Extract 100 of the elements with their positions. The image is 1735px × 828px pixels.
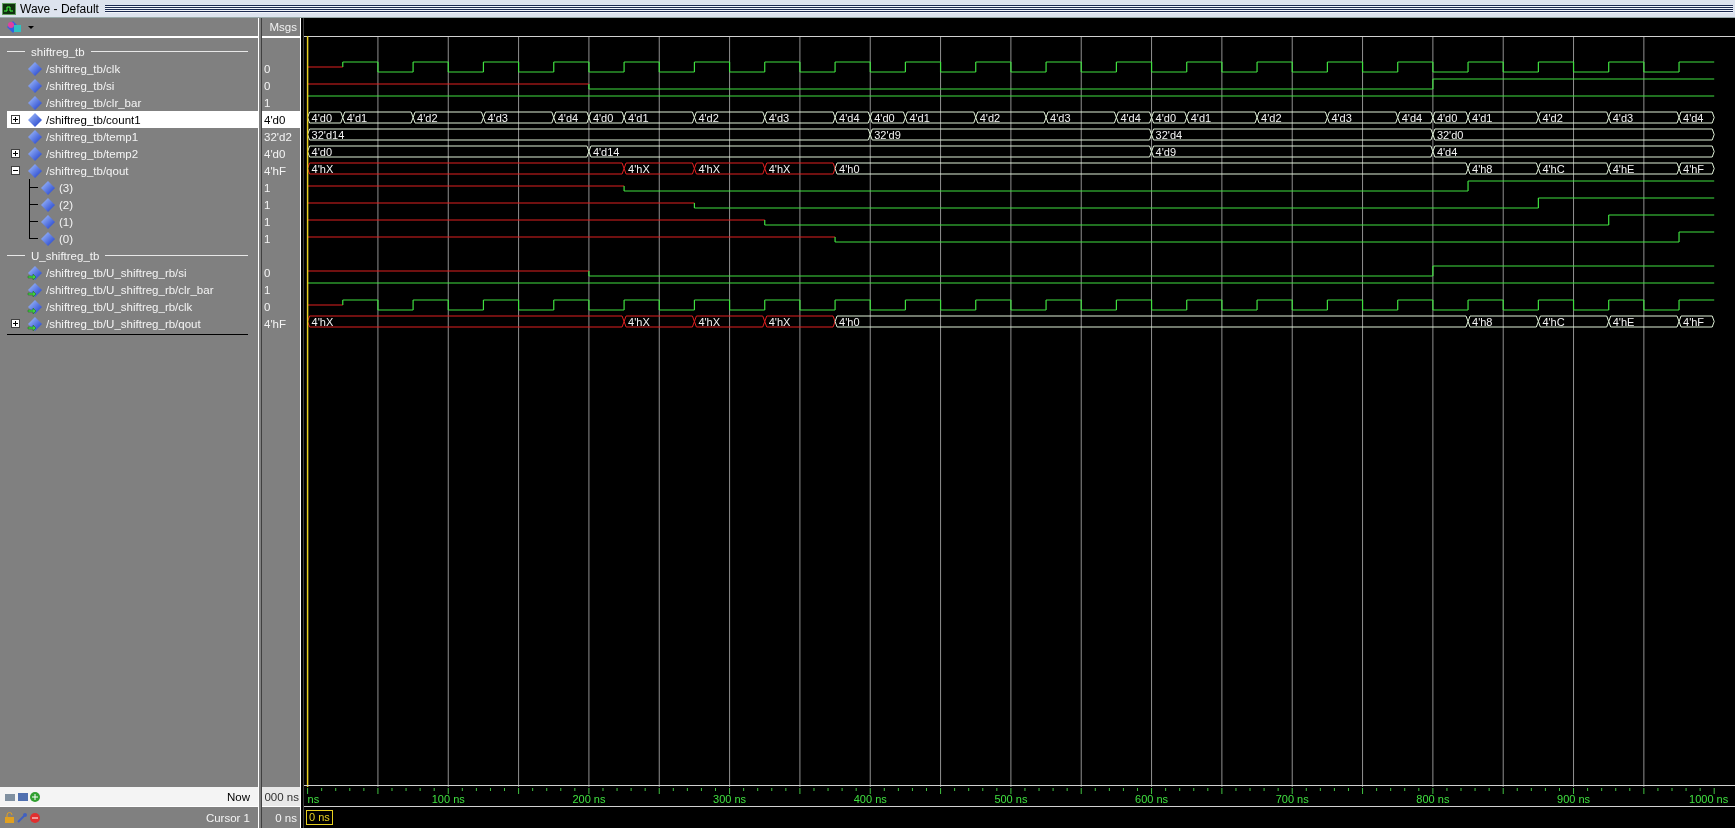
signal-name: /shiftreg_tb/qout <box>46 164 129 177</box>
bus-value: 4'hE <box>1612 315 1635 328</box>
bus-value: 4'd4 <box>1401 111 1423 124</box>
bus-value: 4'd0 <box>592 111 614 124</box>
signal-row[interactable]: /shiftreg_tb/U_shiftreg_rb/qout <box>7 315 258 332</box>
expand-toggle[interactable] <box>11 115 20 124</box>
bus-value: 4'h0 <box>839 315 860 328</box>
bus-value: 4'd2 <box>1542 111 1563 124</box>
bus-value: 4'd4 <box>1120 111 1141 124</box>
toolbar-icon[interactable] <box>6 20 36 34</box>
time-label: 300 ns <box>713 793 747 805</box>
bus-value: 4'h8 <box>1472 162 1493 175</box>
bus-value: 4'd4 <box>1436 145 1458 158</box>
bus-value: 4'd1 <box>346 111 368 124</box>
column-header: Msgs <box>269 21 297 33</box>
signal-row[interactable]: /shiftreg_tb/U_shiftreg_rb/clk <box>7 298 258 315</box>
bus-value: 4'hX <box>628 162 650 175</box>
signal-row[interactable]: /shiftreg_tb/clk <box>7 60 258 77</box>
signal-value: 0 <box>264 62 271 75</box>
bus-value: 4'd0 <box>1436 111 1458 124</box>
bus-value: 4'hX <box>698 315 721 328</box>
bus-value: 4'd4 <box>557 111 579 124</box>
time-label: 600 ns <box>1135 793 1169 805</box>
signal-name: (2) <box>59 198 74 211</box>
signal-row[interactable]: (3) <box>7 179 258 196</box>
time-label: 800 ns <box>1416 793 1450 805</box>
time-label: 400 ns <box>853 793 887 805</box>
bus-value: 4'hX <box>628 315 650 328</box>
bus-value: 32'd0 <box>1436 128 1464 141</box>
signal-value: 1 <box>264 215 271 228</box>
time-label: 100 ns <box>431 793 465 805</box>
signal-name: /shiftreg_tb/clr_bar <box>46 96 142 109</box>
cursor-value: 0 ns <box>275 811 297 824</box>
bus-value: 4'd1 <box>909 111 930 124</box>
expand-toggle[interactable] <box>11 319 20 328</box>
bus-value: 4'd0 <box>311 145 333 158</box>
bus-value: 4'd3 <box>487 111 508 124</box>
bus-value: 4'd3 <box>1331 111 1352 124</box>
window-icon <box>2 2 16 15</box>
bus-value: 4'hX <box>698 162 721 175</box>
signal-name: (3) <box>59 181 74 194</box>
bus-value: 4'hF <box>1683 315 1705 328</box>
signal-row[interactable]: (1) <box>7 213 258 230</box>
signal-row[interactable]: /shiftreg_tb/qout <box>7 162 258 179</box>
signal-value: 0 <box>264 79 271 92</box>
cursor-line[interactable] <box>306 36 309 787</box>
signal-name: /shiftreg_tb/clk <box>46 62 121 75</box>
time-label: ns <box>307 793 320 805</box>
signal-row[interactable]: /shiftreg_tb/U_shiftreg_rb/si <box>7 264 258 281</box>
time-label: 700 ns <box>1275 793 1309 805</box>
bus-value: 4'd0 <box>311 111 333 124</box>
signal-name: /shiftreg_tb/U_shiftreg_rb/clr_bar <box>46 283 214 296</box>
signal-value: 4'hF <box>264 164 286 177</box>
expand-toggle[interactable] <box>11 166 20 175</box>
bus-value: 4'd14 <box>592 145 620 158</box>
signal-row[interactable]: /shiftreg_tb/clr_bar <box>7 94 258 111</box>
bus-value: 4'd3 <box>1612 111 1634 124</box>
bus-value: 4'h8 <box>1472 315 1493 328</box>
bus-value: 4'd3 <box>768 111 790 124</box>
cursor-marker[interactable]: 0 ns <box>306 810 333 825</box>
bus-value: 32'd4 <box>1155 128 1183 141</box>
signal-value: 1 <box>264 96 271 109</box>
bus-value: 4'd3 <box>1050 111 1071 124</box>
bus-value: 4'h0 <box>839 162 860 175</box>
signal-name: /shiftreg_tb/temp1 <box>46 130 139 143</box>
bus-value: 4'd2 <box>979 111 1001 124</box>
signal-value: 1 <box>264 232 271 245</box>
signal-name: /shiftreg_tb/U_shiftreg_rb/si <box>46 266 187 279</box>
signal-value: 1 <box>264 283 271 296</box>
bus-value: 4'hX <box>768 162 791 175</box>
bus-value: 4'd4 <box>1683 111 1704 124</box>
signal-value: 0 <box>264 300 271 313</box>
bus-value: 4'hE <box>1612 162 1635 175</box>
bus-value: 4'd9 <box>1155 145 1176 158</box>
signal-row[interactable]: /shiftreg_tb/temp1 <box>7 128 258 145</box>
bus-value: 4'hC <box>1542 315 1565 328</box>
signal-value: 4'hF <box>264 317 286 330</box>
bus-value: 32'd14 <box>311 128 345 141</box>
signal-name: (1) <box>59 215 74 228</box>
signal-row[interactable]: /shiftreg_tb/count1 <box>7 111 258 128</box>
signal-value: 0 <box>264 266 271 279</box>
signal-row[interactable]: (0) <box>7 230 258 247</box>
now-label: Now <box>227 790 250 803</box>
bus-value: 4'hX <box>311 162 334 175</box>
cursor-label: Cursor 1 <box>205 811 250 824</box>
signal-row[interactable]: /shiftreg_tb/si <box>7 77 258 94</box>
bus-value: 4'd2 <box>1261 111 1282 124</box>
bus-value: 4'd0 <box>1155 111 1176 124</box>
bus-value: 4'd1 <box>1190 111 1212 124</box>
signal-row[interactable]: /shiftreg_tb/temp2 <box>7 145 258 162</box>
bus-value: 32'd9 <box>874 128 901 141</box>
time-label: 200 ns <box>572 793 606 805</box>
signal-name: /shiftreg_tb/si <box>46 79 115 92</box>
add-icon[interactable] <box>30 791 40 802</box>
signal-value: 1 <box>264 181 271 194</box>
signal-value: 1 <box>264 198 271 211</box>
expand-toggle[interactable] <box>11 149 20 158</box>
caret-icon[interactable] <box>28 26 34 29</box>
signal-row[interactable]: (2) <box>7 196 258 213</box>
signal-row[interactable]: /shiftreg_tb/U_shiftreg_rb/clr_bar <box>7 281 258 298</box>
